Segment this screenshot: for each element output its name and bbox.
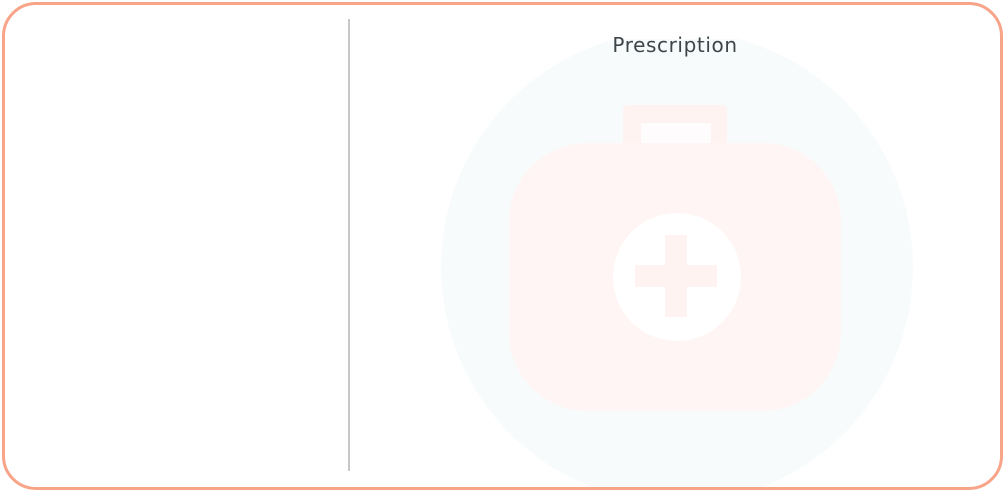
prescription-card: Prescription: [2, 2, 1003, 490]
first-aid-kit-icon: [441, 39, 913, 487]
prescription-title: Prescription: [612, 33, 738, 57]
prescription-panel: Prescription: [350, 5, 1000, 487]
left-panel: [5, 5, 348, 487]
